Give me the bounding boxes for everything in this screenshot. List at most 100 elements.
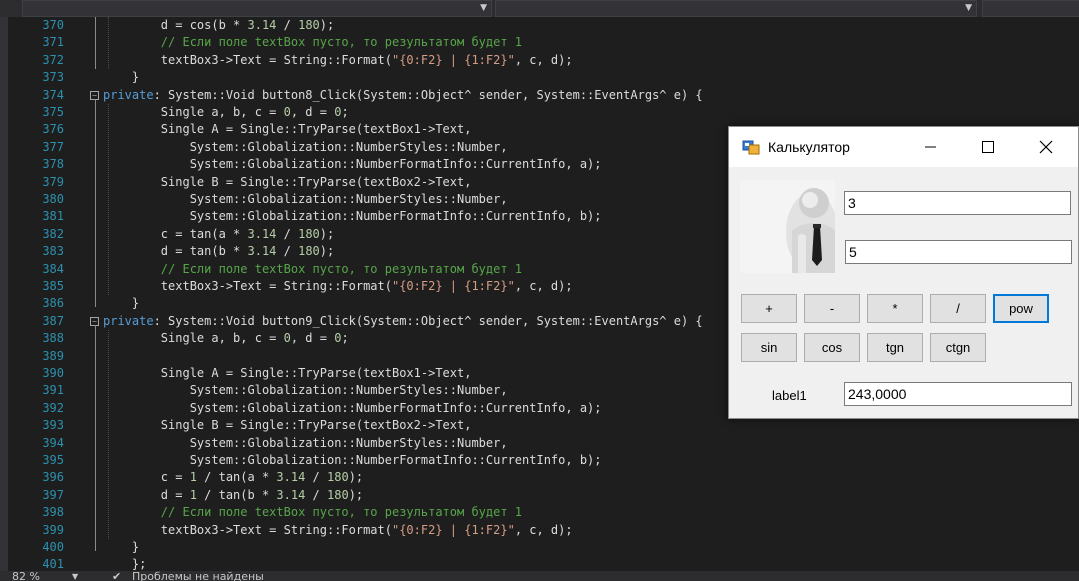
line-number: 388 — [42, 331, 64, 346]
calc-button[interactable]: tgn — [867, 333, 923, 362]
window-title: Калькулятор — [768, 139, 850, 155]
line-number: 374 — [42, 87, 64, 102]
line-number: 378 — [42, 157, 64, 172]
line-number: 382 — [42, 226, 64, 241]
code-line[interactable]: 400 } — [0, 539, 1079, 556]
minimize-button[interactable] — [901, 127, 959, 167]
calculator-window: Калькулятор 3 5 + - * / pow sin cos tgn ctgn la… — [728, 126, 1079, 419]
code-text: System::Globalization::NumberFormatInfo:… — [103, 453, 602, 467]
line-number: 392 — [42, 400, 64, 415]
line-number: 370 — [42, 18, 64, 32]
zoom-level[interactable]: 82 % — [12, 571, 40, 581]
line-number: 384 — [42, 261, 64, 276]
code-line[interactable]: 372 textBox3->Text = String::Format("{0:… — [0, 52, 1079, 69]
code-text: d = tan(b * 3.14 / 180); — [103, 244, 335, 259]
code-line[interactable]: 374 private: System::Void button8_Click(S… — [0, 87, 1079, 104]
member-dropdown[interactable] — [982, 0, 1079, 17]
indent-guide — [108, 17, 109, 70]
code-line[interactable]: 398 // Если поле textBox пусто, то резул… — [0, 504, 1079, 521]
line-number: 397 — [42, 487, 64, 502]
code-text: } — [103, 540, 140, 554]
project-dropdown[interactable]: ▼ — [22, 0, 492, 17]
line-number: 373 — [42, 70, 64, 85]
zoom-dropdown-icon[interactable]: ▼ — [72, 572, 78, 581]
code-line[interactable]: 396 c = 1 / tan(a * 3.14 / 180); — [0, 469, 1079, 486]
line-number: 380 — [42, 192, 64, 206]
code-text: private: System::Void button8_Click(Syst… — [103, 87, 703, 102]
outline-bar — [95, 324, 96, 551]
code-text: System::Globalization::NumberFormatInfo:… — [103, 209, 602, 224]
app-icon — [742, 140, 760, 155]
code-text: Single A = Single::TryParse(textBox1->Te… — [103, 366, 472, 380]
code-text: textBox3->Text = String::Format("{0:F2} … — [103, 52, 573, 67]
code-text: System::Globalization::NumberFormatInfo:… — [103, 400, 602, 415]
calc-button[interactable]: / — [930, 294, 986, 323]
line-number: 393 — [42, 418, 64, 433]
code-text: // Если поле textBox пусто, то результат… — [160, 505, 523, 520]
line-number: 372 — [42, 52, 64, 67]
scope-dropdown[interactable]: ▼ — [495, 0, 977, 17]
line-number: 398 — [42, 505, 64, 520]
line-number: 375 — [42, 105, 64, 119]
close-button[interactable] — [1017, 127, 1075, 167]
result-label: label1 — [772, 388, 807, 403]
code-line[interactable]: 370 d = cos(b * 3.14 / 180); — [0, 17, 1079, 34]
line-number: 391 — [42, 383, 64, 398]
code-line[interactable]: 371 // Если поле textBox пусто, то резул… — [0, 34, 1079, 51]
line-number: 385 — [42, 279, 64, 293]
code-line[interactable]: 373 } — [0, 69, 1079, 86]
code-line[interactable]: 395 System::Globalization::NumberFormatI… — [0, 452, 1079, 469]
line-number: 381 — [42, 209, 64, 224]
minimize-icon — [925, 146, 936, 148]
line-number: 386 — [42, 296, 64, 311]
code-text: } — [103, 70, 140, 85]
code-text: Single B = Single::TryParse(textBox2->Te… — [103, 174, 472, 189]
editor-navigation-bar: ▼ ▼ — [0, 0, 1079, 17]
code-text: System::Globalization::NumberStyles::Num… — [103, 192, 508, 206]
line-number: 376 — [42, 122, 64, 137]
code-text: c = tan(a * 3.14 / 180); — [103, 226, 335, 241]
code-text: Single A = Single::TryParse(textBox1->Te… — [103, 122, 472, 137]
second-number-input[interactable]: 5 — [845, 240, 1072, 264]
check-icon: ✔ — [112, 571, 122, 581]
code-text: } — [103, 296, 140, 311]
code-text: System::Globalization::NumberFormatInfo:… — [103, 157, 602, 172]
calc-button[interactable]: cos — [804, 333, 860, 362]
code-text: d = 1 / tan(b * 3.14 / 180); — [103, 487, 364, 502]
code-text: textBox3->Text = String::Format("{0:F2} … — [103, 279, 573, 293]
calc-button[interactable]: + — [741, 294, 797, 323]
outline-bar — [95, 17, 96, 70]
calc-button[interactable]: * — [867, 294, 923, 323]
line-number: 371 — [42, 35, 64, 50]
calc-button[interactable]: sin — [741, 333, 797, 362]
first-number-input[interactable]: 3 — [844, 191, 1071, 215]
indent-guide — [108, 330, 109, 539]
calc-button[interactable]: ctgn — [930, 333, 986, 362]
outline-bar — [95, 98, 96, 308]
code-line[interactable]: 399 textBox3->Text = String::Format("{0:… — [0, 522, 1079, 539]
issues-status[interactable]: Проблемы не найдены — [132, 571, 264, 581]
result-output[interactable]: 243,0000 — [844, 382, 1072, 406]
line-number: 400 — [42, 540, 64, 554]
maximize-button[interactable] — [959, 127, 1017, 167]
line-number: 396 — [42, 470, 64, 485]
title-bar[interactable]: Калькулятор — [729, 127, 1078, 167]
code-text: Single a, b, c = 0, d = 0; — [103, 331, 349, 346]
line-number: 387 — [42, 313, 64, 328]
chevron-down-icon: ▼ — [965, 3, 972, 13]
code-text: System::Globalization::NumberStyles::Num… — [103, 435, 508, 450]
code-text: Single B = Single::TryParse(textBox2->Te… — [103, 418, 472, 433]
chevron-down-icon: ▼ — [480, 3, 487, 13]
line-number: 377 — [42, 139, 64, 154]
code-line[interactable]: 375 Single a, b, c = 0, d = 0; — [0, 104, 1079, 121]
line-number: 394 — [42, 435, 64, 450]
code-text: private: System::Void button9_Click(Syst… — [103, 313, 703, 328]
calc-button[interactable]: - — [804, 294, 860, 323]
code-line[interactable]: 393 Single B = Single::TryParse(textBox2… — [0, 417, 1079, 434]
code-line[interactable]: 394 System::Globalization::NumberStyles:… — [0, 435, 1079, 452]
code-text: System::Globalization::NumberStyles::Num… — [103, 383, 508, 398]
indent-guide — [108, 104, 109, 296]
code-text: c = 1 / tan(a * 3.14 / 180); — [103, 470, 364, 485]
calc-button[interactable]: pow — [993, 294, 1049, 323]
code-line[interactable]: 397 d = 1 / tan(b * 3.14 / 180); — [0, 487, 1079, 504]
